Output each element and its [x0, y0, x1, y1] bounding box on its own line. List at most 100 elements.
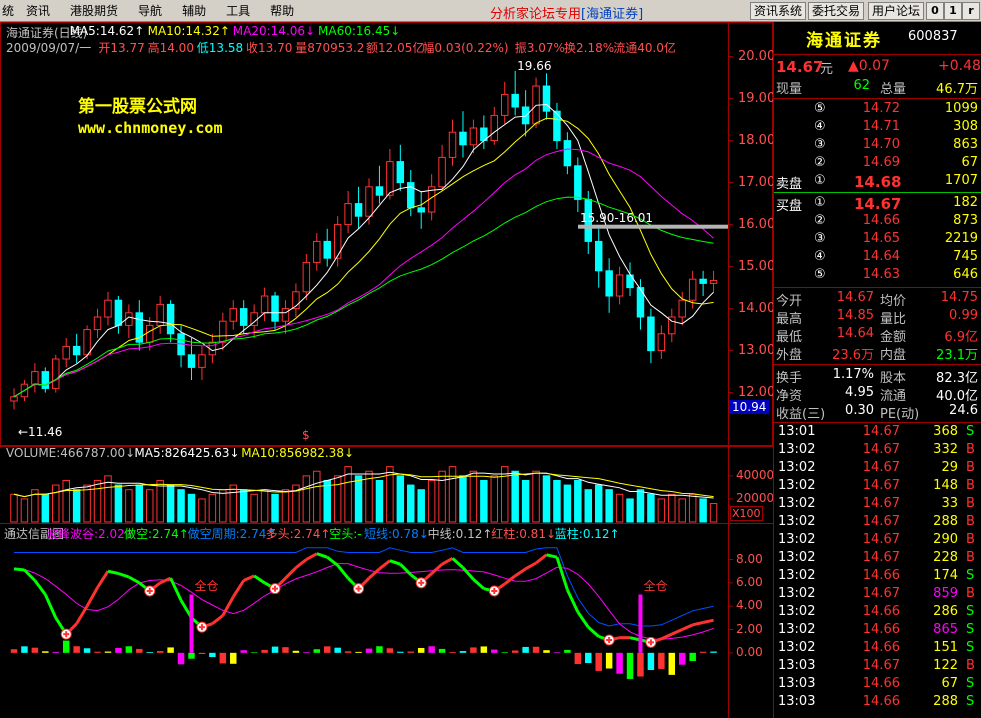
volume-bar — [521, 479, 530, 523]
news-system-button[interactable]: 资讯系统 — [750, 2, 807, 20]
candle-body — [187, 354, 196, 368]
volume-bar — [187, 493, 196, 523]
event-marker: $ — [302, 428, 310, 442]
tick-price: 14.67 — [862, 550, 900, 565]
indicator-tick-label: 8.00 — [736, 551, 763, 566]
indicator-main-line — [169, 577, 183, 601]
sell-level: ① — [814, 173, 826, 188]
tick-row: 13:02 14.66 865 S — [774, 622, 981, 640]
price-tick-label: 17.00 — [738, 174, 776, 190]
indicator-main-line — [284, 566, 297, 580]
last-price: 14.67 — [776, 58, 824, 76]
indicator-histogram-bar — [219, 652, 227, 664]
indicator-histogram-bar — [188, 652, 195, 659]
indicator-histogram-bar — [230, 652, 237, 664]
menu-item-tools[interactable]: 工具 — [216, 2, 260, 19]
system-menu-icon[interactable]: 统 — [0, 2, 16, 19]
maximize-icon[interactable]: 1 — [944, 2, 962, 20]
menu-item-news[interactable]: 资讯 — [16, 2, 60, 19]
candle-body — [563, 140, 572, 167]
menu-item-hk-futures[interactable]: 港股期货 — [60, 2, 128, 19]
volume-bar — [229, 484, 238, 523]
tick-volume: 288 — [933, 514, 958, 529]
indicator-main-line — [441, 557, 454, 566]
volume-bar — [208, 493, 217, 523]
close-icon[interactable]: r — [962, 2, 980, 20]
volume-bar — [688, 493, 697, 523]
indicator-main-line — [535, 553, 548, 565]
volume-bar — [636, 489, 645, 523]
stat-value: 14.64 — [836, 326, 874, 341]
candle-body — [260, 295, 269, 314]
menu-item-navigation[interactable]: 导航 — [128, 2, 172, 19]
volume-bar — [574, 479, 582, 523]
tick-price: 14.67 — [862, 442, 900, 457]
trade-button[interactable]: 委托交易 — [808, 2, 865, 20]
indicator-histogram-bar — [156, 651, 164, 653]
menu-item-assist[interactable]: 辅助 — [172, 2, 216, 19]
volume-now-label: 现量 — [776, 82, 803, 97]
sell-price: 14.72 — [862, 101, 900, 116]
indicator-histogram-bar — [355, 651, 362, 653]
ma10-line — [13, 117, 714, 398]
buy-row: ④ 14.64 745 — [774, 249, 981, 267]
volume-bar — [448, 466, 457, 523]
volume-bar — [396, 475, 405, 523]
tick-side: S — [966, 694, 975, 709]
volume-bar — [668, 493, 676, 523]
tick-volume: 290 — [933, 532, 958, 547]
buy-price: 14.63 — [862, 267, 900, 282]
high-price-annotation: 19.66 — [517, 58, 552, 73]
fundamental-row: 净资 4.95 流通 40.0亿 — [774, 385, 981, 404]
minimize-icon[interactable]: 0 — [926, 2, 944, 20]
price-cursor-box: 10.94 — [729, 400, 770, 414]
indicator-histogram-bar — [177, 652, 185, 665]
volume-bar — [532, 470, 540, 523]
candle-body — [114, 299, 123, 326]
tick-row: 13:02 14.67 29 B — [774, 460, 981, 478]
indicator-histogram-bar — [167, 647, 174, 653]
stat-row: 外盘 23.6万 内盘 23.1万 — [774, 344, 981, 363]
indicator-histogram-bar — [585, 652, 592, 664]
total-volume-value: 46.7万 — [936, 82, 978, 97]
tick-time: 13:01 — [778, 424, 816, 439]
tick-side: B — [966, 586, 975, 601]
indicator-histogram-bar — [52, 651, 60, 653]
sell-level: ③ — [814, 137, 826, 152]
sell-row: ② 14.69 67 — [774, 155, 981, 173]
volume-bar — [500, 466, 509, 523]
tick-row: 13:02 14.67 228 B — [774, 550, 981, 568]
user-forum-button[interactable]: 用户论坛 — [868, 2, 925, 20]
volume-bar — [260, 489, 269, 523]
indicator-header-7: 中线:0.12↑ — [427, 527, 493, 541]
volume-tick-label: 20000 — [736, 490, 775, 505]
volume-bar — [177, 489, 185, 523]
buy-price: 14.67 — [854, 195, 902, 213]
indicator-main-line — [546, 553, 558, 559]
fundamental-label: 收益(三) — [776, 407, 826, 422]
chart-area[interactable]: 海通证券(日线) MA5:14.62↑ MA10:14.32↑ MA20:14.06↓… — [0, 22, 776, 718]
candle-body — [271, 295, 279, 322]
buy-price: 14.65 — [862, 231, 900, 246]
indicator-histogram-bar — [73, 646, 80, 653]
indicator-histogram-bar — [647, 652, 655, 670]
tick-side: B — [966, 532, 975, 547]
volume-bar — [584, 489, 593, 523]
resistance-band-label: 15.90-16.01 — [580, 210, 654, 225]
indicator-tick-label: 0.00 — [736, 644, 763, 659]
fundamental-label: 流通 — [880, 389, 907, 404]
indicator-histogram-bar — [532, 646, 540, 653]
indicator-main-line — [587, 626, 600, 638]
volume-bar — [156, 479, 164, 523]
tick-time: 13:03 — [778, 694, 816, 709]
menu-item-help[interactable]: 帮助 — [260, 2, 304, 19]
indicator-histogram-bar — [125, 646, 133, 653]
buy-row: 买盘 ① 14.67 182 — [774, 195, 981, 214]
indicator-histogram-bar — [334, 647, 341, 653]
volume-row: 现量 62 总量 46.7万 — [774, 78, 981, 97]
candle-body — [354, 203, 363, 217]
tick-volume: 29 — [941, 460, 958, 475]
tick-price: 14.67 — [862, 658, 900, 673]
candle-body — [448, 131, 457, 158]
volume-bar — [10, 493, 18, 523]
